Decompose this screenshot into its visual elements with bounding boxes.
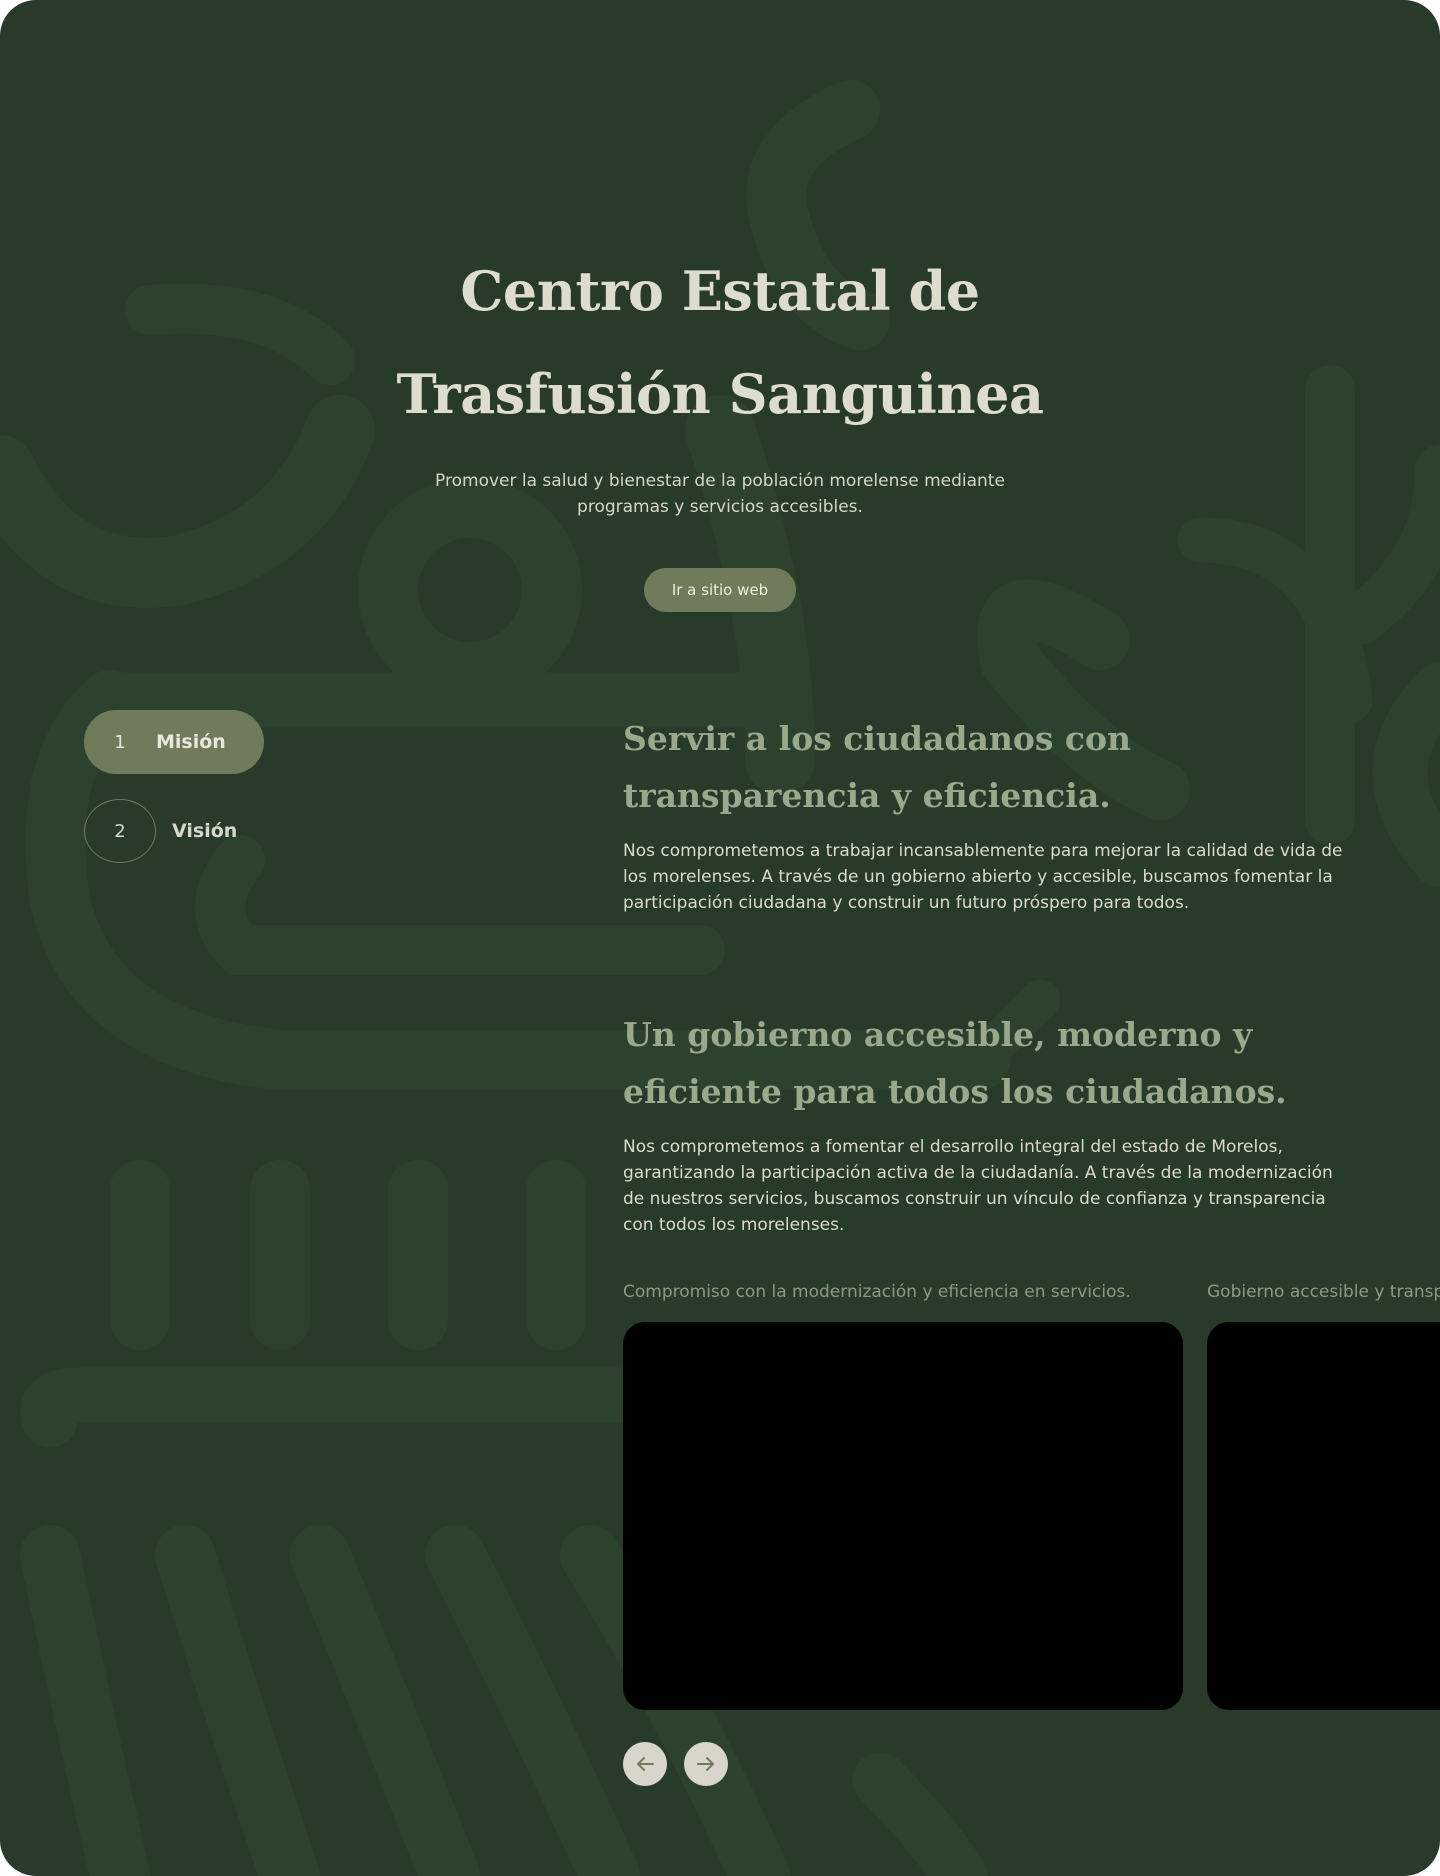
- tab-vision[interactable]: 2 Visión: [84, 799, 264, 863]
- arrow-right-icon: [697, 1757, 714, 1771]
- tab-label: Misión: [156, 731, 226, 753]
- vision-section: Un gobierno accesible, moderno y eficien…: [623, 1006, 1353, 1238]
- tab-number: 2: [84, 799, 156, 863]
- slide-caption: Gobierno accesible y transparente: [1207, 1282, 1440, 1302]
- carousel-next-button[interactable]: [684, 1742, 728, 1786]
- page-title-line-1: Centro Estatal de: [460, 259, 980, 323]
- carousel-slide[interactable]: Compromiso con la modernización y eficie…: [623, 1280, 1183, 1710]
- hero-section: Centro Estatal de Trasfusión Sanguinea P…: [0, 240, 1440, 612]
- tab-number: 1: [114, 731, 126, 753]
- section-heading: Un gobierno accesible, moderno y eficien…: [623, 1015, 1287, 1111]
- carousel-prev-button[interactable]: [623, 1742, 667, 1786]
- page-title: Centro Estatal de Trasfusión Sanguinea: [310, 240, 1130, 446]
- slide-caption: Compromiso con la modernización y eficie…: [623, 1282, 1131, 1302]
- page-title-line-2: Trasfusión Sanguinea: [396, 362, 1044, 426]
- content-column: Servir a los ciudadanos con transparenci…: [623, 710, 1353, 1238]
- mission-vision-tabs: 1 Misión 2 Visión: [84, 710, 264, 863]
- page: Centro Estatal de Trasfusión Sanguinea P…: [0, 0, 1440, 1876]
- carousel-slide[interactable]: Gobierno accesible y transparente: [1207, 1280, 1440, 1710]
- mission-section: Servir a los ciudadanos con transparenci…: [623, 710, 1353, 916]
- go-to-website-button[interactable]: Ir a sitio web: [643, 568, 797, 612]
- tab-label: Visión: [172, 820, 238, 842]
- arrow-left-icon: [637, 1757, 654, 1771]
- tab-mision[interactable]: 1 Misión: [84, 710, 264, 774]
- section-body: Nos comprometemos a fomentar el desarrol…: [623, 1137, 1333, 1235]
- section-heading: Servir a los ciudadanos con transparenci…: [623, 719, 1131, 815]
- section-body: Nos comprometemos a trabajar incansablem…: [623, 841, 1343, 913]
- media-carousel: Compromiso con la modernización y eficie…: [623, 1280, 1440, 1720]
- slide-media[interactable]: [1207, 1322, 1440, 1710]
- hero-subtitle: Promover la salud y bienestar de la pobl…: [435, 471, 1005, 517]
- slide-media[interactable]: [623, 1322, 1183, 1710]
